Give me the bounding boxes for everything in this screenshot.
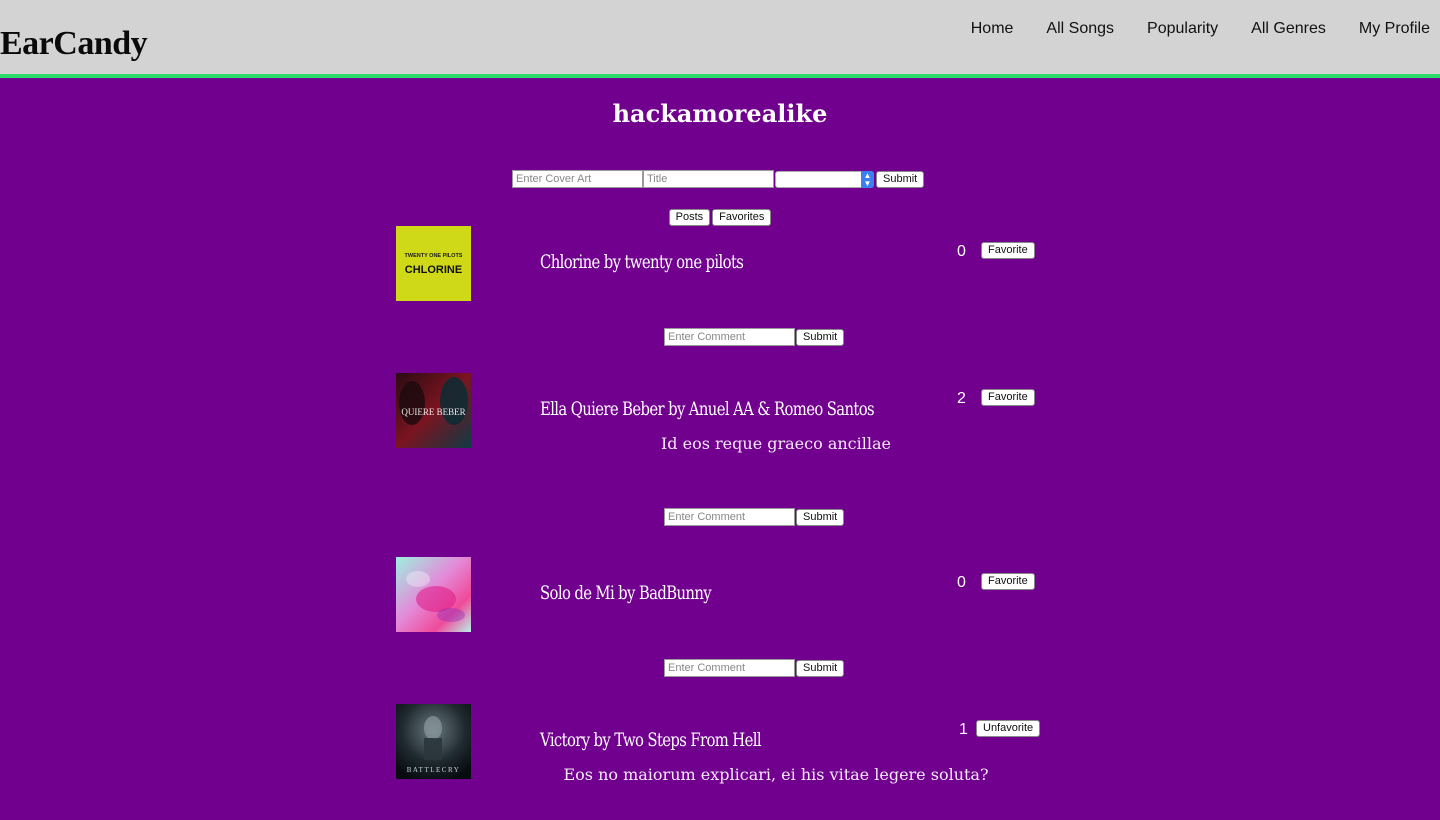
song-title: Chlorine by twenty one pilots xyxy=(540,251,744,273)
favorite-button[interactable]: Favorite xyxy=(981,573,1035,590)
unfavorite-button[interactable]: Unfavorite xyxy=(976,720,1041,737)
favorite-count: 1 xyxy=(959,721,968,738)
nav-popularity-link[interactable]: Popularity xyxy=(1147,19,1218,39)
favorite-button[interactable]: Favorite xyxy=(981,242,1035,259)
song-post: BATTLECRY Victory by Two Steps From Hell… xyxy=(396,704,1056,814)
favorite-button[interactable]: Favorite xyxy=(981,389,1035,406)
cover-art-image[interactable] xyxy=(396,557,471,632)
post-comment: Eos no maiorum explicari, ei his vitae l… xyxy=(563,765,989,784)
favorite-count: 0 xyxy=(957,243,966,260)
new-post-form: ▲▼ Submit xyxy=(512,170,925,188)
select-arrows-icon: ▲ ▼ xyxy=(861,170,874,188)
top-navbar: EarCandy Home All Songs Popularity All G… xyxy=(0,0,1440,78)
comment-submit-button[interactable]: Submit xyxy=(796,328,845,346)
favorites-tab-button[interactable]: Favorites xyxy=(712,209,772,226)
nav-home-link[interactable]: Home xyxy=(971,19,1014,39)
song-title: Ella Quiere Beber by Anuel AA & Romeo Sa… xyxy=(540,398,875,420)
chlorine-cover-art: TWENTY ONE PILOTS CHLORINE xyxy=(396,226,471,301)
comment-form: Submit xyxy=(664,508,845,526)
svg-text:QUIERE BEBER: QUIERE BEBER xyxy=(401,407,465,417)
song-post: QUIERE BEBER Ella Quiere Beber by Anuel … xyxy=(396,373,1056,533)
solo-de-mi-cover-art xyxy=(396,557,471,632)
comment-input[interactable] xyxy=(664,328,795,346)
profile-username: hackamorealike xyxy=(612,99,828,128)
song-title: Solo de Mi by BadBunny xyxy=(540,582,712,604)
song-title: Victory by Two Steps From Hell xyxy=(540,729,762,751)
posts-tab-button[interactable]: Posts xyxy=(668,209,711,226)
post-submit-button[interactable]: Submit xyxy=(876,170,925,188)
main-nav: Home All Songs Popularity All Genres My … xyxy=(971,19,1430,39)
brand-logo[interactable]: EarCandy xyxy=(0,24,148,64)
comment-submit-button[interactable]: Submit xyxy=(796,659,845,677)
comment-input[interactable] xyxy=(664,659,795,677)
cover-art-image[interactable]: TWENTY ONE PILOTS CHLORINE xyxy=(396,226,471,301)
svg-text:CHLORINE: CHLORINE xyxy=(405,264,462,276)
comment-submit-button[interactable]: Submit xyxy=(796,508,845,526)
nav-my-profile-link[interactable]: My Profile xyxy=(1359,19,1430,39)
nav-all-songs-link[interactable]: All Songs xyxy=(1046,19,1114,39)
nav-all-genres-link[interactable]: All Genres xyxy=(1251,19,1326,39)
svg-text:TWENTY ONE PILOTS: TWENTY ONE PILOTS xyxy=(405,253,463,259)
genre-select[interactable]: ▲ ▼ xyxy=(775,170,874,188)
favorite-count: 2 xyxy=(957,390,966,407)
comment-form: Submit xyxy=(664,659,845,677)
comment-input[interactable] xyxy=(664,508,795,526)
cover-art-input[interactable] xyxy=(512,170,643,188)
song-post: Solo de Mi by BadBunny 0 Favorite Submit xyxy=(396,557,1056,677)
favorite-count: 0 xyxy=(957,574,966,591)
title-input[interactable] xyxy=(643,170,774,188)
song-post: TWENTY ONE PILOTS CHLORINE Chlorine by t… xyxy=(396,226,1056,346)
post-comment: Id eos reque graeco ancillae xyxy=(660,434,891,453)
view-toggle: Posts Favorites xyxy=(0,209,1440,226)
comment-form: Submit xyxy=(664,328,845,346)
